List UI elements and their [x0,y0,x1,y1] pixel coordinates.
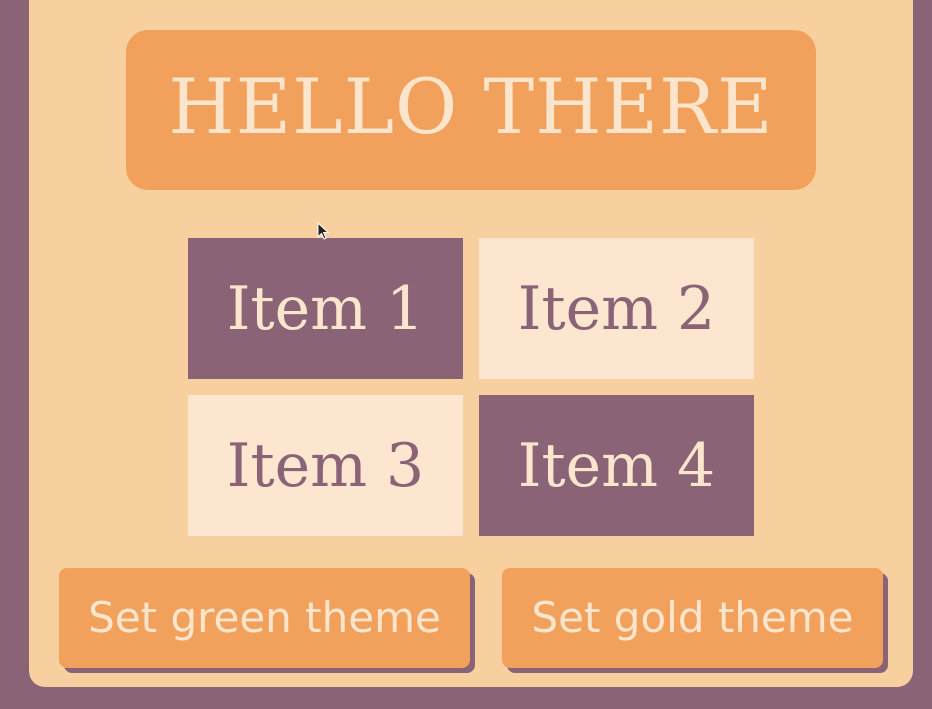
grid-item-4-label: Item 4 [517,430,716,501]
set-green-theme-label: Set green theme [88,593,441,642]
set-gold-theme-button[interactable]: Set gold theme [502,568,883,668]
set-gold-theme-label: Set gold theme [531,593,854,642]
grid-item-2-label: Item 2 [517,273,716,344]
grid-item-3[interactable]: Item 3 [188,395,463,536]
grid-item-1-label: Item 1 [226,273,425,344]
hello-title: HELLO THERE [168,62,774,151]
grid-item-4[interactable]: Item 4 [479,395,754,536]
mouse-pointer-icon [317,222,330,240]
grid-item-2[interactable]: Item 2 [479,238,754,379]
set-green-theme-button[interactable]: Set green theme [59,568,470,668]
hello-banner: HELLO THERE [126,30,816,190]
grid-item-3-label: Item 3 [226,430,425,501]
grid-item-1[interactable]: Item 1 [188,238,463,379]
